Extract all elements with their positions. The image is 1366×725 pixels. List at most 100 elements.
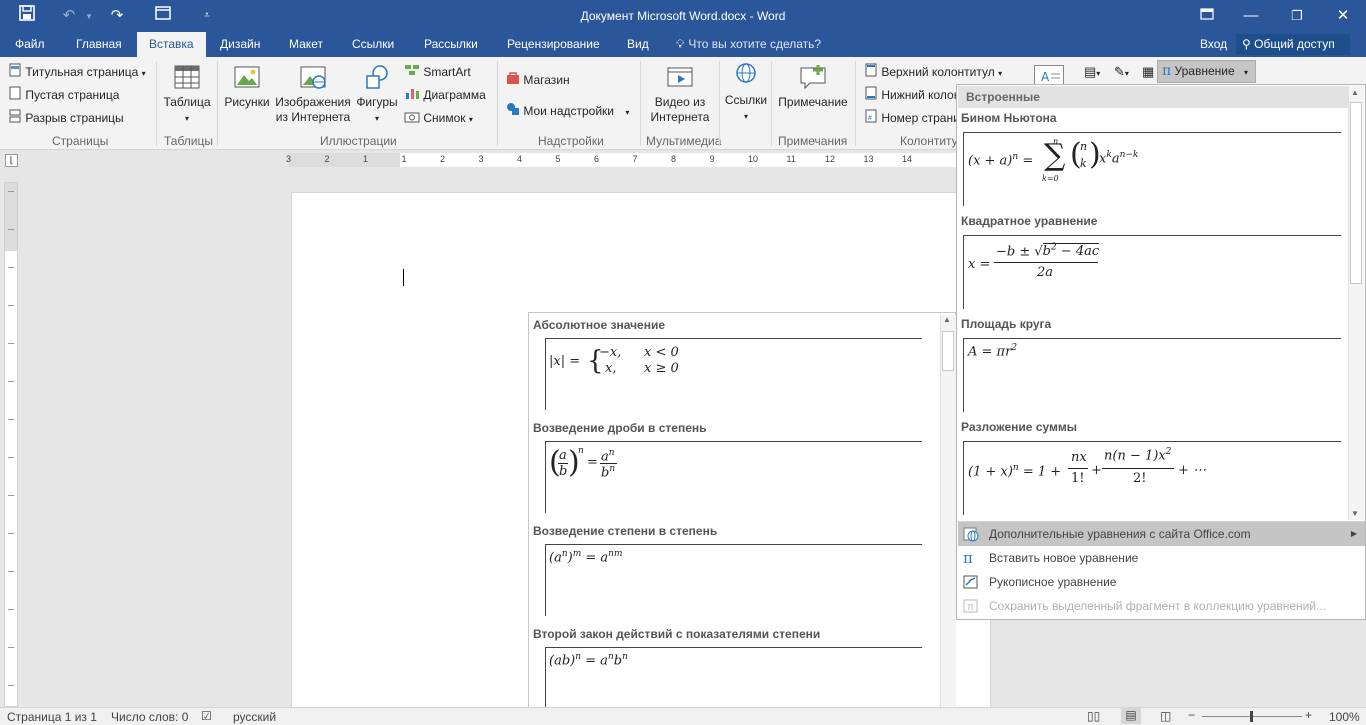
tell-me-search[interactable]: 💡︎ Что вы хотите сделать?: [676, 37, 821, 52]
tab-references[interactable]: Ссылки: [352, 37, 394, 51]
tab-mailings[interactable]: Рассылки: [424, 37, 478, 51]
office-panel-scrollbar[interactable]: ▲ ▼: [940, 315, 956, 724]
scrollbar-thumb[interactable]: [942, 331, 954, 371]
scroll-down-icon[interactable]: ▼: [1351, 509, 1359, 518]
word-count[interactable]: Число слов: 0: [111, 710, 188, 724]
online-video-label-2: Интернета: [650, 110, 710, 124]
group-label-illustrations: Иллюстрации: [320, 134, 397, 148]
equation-dropdown: Встроенные Бином Ньютона (x + a)n = n ∑ …: [956, 84, 1366, 620]
language-indicator[interactable]: русский: [233, 710, 276, 724]
vertical-ruler[interactable]: [4, 182, 18, 724]
pictures-button[interactable]: Рисунки: [222, 63, 272, 110]
web-layout-icon[interactable]: ◫: [1160, 709, 1171, 723]
cover-page-button[interactable]: Титульная страница ▾: [8, 63, 146, 81]
vertical-ruler-number: [8, 609, 14, 610]
equation-fraction-power[interactable]: ( a b ) n = an bn: [545, 441, 922, 513]
tab-layout[interactable]: Макет: [289, 37, 323, 51]
restore-icon[interactable]: ❐: [1286, 5, 1308, 27]
header-icon: [864, 63, 878, 82]
power-of-power-formula: (an)m = anm: [549, 549, 623, 566]
chevron-right-icon: ▶: [1350, 529, 1357, 538]
ruler-number: 11: [786, 154, 796, 164]
pictures-label: Рисунки: [224, 95, 270, 109]
comment-button[interactable]: Примечание: [775, 63, 851, 110]
print-layout-icon[interactable]: ▤: [1121, 708, 1141, 724]
group-divider: [855, 61, 856, 146]
cover-page-label: Титульная страница: [25, 65, 139, 79]
tab-file[interactable]: Файл: [15, 37, 45, 51]
minimize-icon[interactable]: —: [1240, 5, 1262, 27]
zoom-level[interactable]: 100%: [1329, 710, 1360, 724]
online-video-button[interactable]: Видео из Интернета: [646, 63, 714, 125]
table-button[interactable]: Таблица ▾: [161, 63, 213, 126]
equation-button[interactable]: π Уравнение ▾: [1157, 60, 1256, 83]
signature-line-icon[interactable]: ✎▾: [1114, 64, 1129, 80]
ruler-number: 9: [709, 154, 715, 164]
ruler-number: 6: [594, 154, 600, 164]
header-button[interactable]: Верхний колонтитул ▾: [864, 63, 1002, 81]
shapes-button[interactable]: Фигуры ▾: [354, 63, 400, 126]
pi-icon: π: [1162, 63, 1172, 79]
page-number-icon: #: [864, 109, 878, 128]
equation-circle-area[interactable]: A = πr2: [963, 338, 1341, 412]
ribbon-tabs: Файл Главная Вставка Дизайн Макет Ссылки…: [0, 32, 1366, 57]
ribbon-display-icon[interactable]: [1196, 5, 1218, 27]
more-equations-menu-item[interactable]: Дополнительные уравнения с сайта Office.…: [958, 522, 1365, 546]
camera-icon: [404, 109, 420, 128]
page-break-label: Разрыв страницы: [25, 111, 124, 125]
builtin-scrollbar[interactable]: ▲ ▼: [1348, 86, 1364, 520]
read-mode-icon[interactable]: ▯▯: [1087, 709, 1100, 723]
sum-expansion-formula: (1 + x)n = 1 + nx 1! + n(n − 1)x2 2! + ⋯: [968, 447, 1207, 486]
close-icon[interactable]: ✕: [1332, 5, 1354, 27]
tab-selector-icon[interactable]: ⌊: [5, 154, 18, 167]
vertical-ruler-number: [8, 495, 14, 496]
group-divider: [497, 61, 498, 146]
tab-view[interactable]: Вид: [627, 37, 649, 51]
horizontal-ruler[interactable]: 3 2 1 1 2 3 4 5 6 7 8 9 10 11 12 13 14: [286, 153, 958, 167]
group-label-tables: Таблицы: [164, 134, 214, 148]
scrollbar-thumb[interactable]: [1350, 102, 1362, 284]
chevron-down-icon: ▾: [1244, 68, 1249, 77]
date-time-icon[interactable]: ▦: [1142, 64, 1154, 80]
lightbulb-icon: 💡︎: [676, 37, 685, 51]
smartart-button[interactable]: SmartArt: [404, 63, 471, 81]
insert-new-equation-menu-item[interactable]: π Вставить новое уравнение: [958, 546, 1365, 570]
my-addins-button[interactable]: Мои надстройки ▾: [506, 102, 629, 120]
page-count[interactable]: Страница 1 из 1: [7, 710, 97, 724]
blank-page-button[interactable]: Пустая страница: [8, 86, 119, 104]
scroll-up-icon[interactable]: ▲: [1351, 88, 1359, 97]
zoom-slider-thumb[interactable]: [1250, 711, 1253, 722]
sign-in-link[interactable]: Вход: [1200, 37, 1227, 51]
ruler-number: 2: [324, 154, 330, 164]
equation-sum-expansion[interactable]: (1 + x)n = 1 + nx 1! + n(n − 1)x2 2! + ⋯: [963, 441, 1341, 515]
zoom-in-icon[interactable]: +: [1305, 708, 1312, 722]
equation-abs-value[interactable]: |x| = { −x, x, x < 0 x ≥ 0: [545, 338, 922, 410]
equation-power-of-power[interactable]: (an)m = anm: [545, 544, 922, 616]
equation-quadratic[interactable]: x = −b ± √b2 − 4ac 2a: [963, 235, 1341, 309]
screenshot-button[interactable]: Снимок ▾: [404, 109, 473, 127]
footer-icon: [864, 86, 878, 105]
chart-button[interactable]: Диаграмма: [404, 86, 486, 104]
second-law-formula: (ab)n = anbn: [549, 652, 628, 669]
zoom-out-icon[interactable]: −: [1188, 708, 1195, 722]
scroll-up-icon[interactable]: ▲: [943, 315, 951, 324]
builtin-header: Встроенные: [958, 86, 1348, 108]
vertical-ruler-number: [8, 647, 14, 648]
tab-design[interactable]: Дизайн: [220, 37, 260, 51]
quadratic-formula: x = −b ± √b2 − 4ac 2a: [968, 243, 1100, 280]
quick-parts-icon[interactable]: ▤▾: [1084, 64, 1100, 80]
ruler-number: 10: [748, 154, 759, 164]
proofing-icon[interactable]: ☑: [201, 709, 212, 723]
store-button[interactable]: Магазин: [506, 71, 570, 89]
tab-home[interactable]: Главная: [76, 37, 122, 51]
tab-review[interactable]: Рецензирование: [507, 37, 600, 51]
links-button[interactable]: Ссылки ▾: [722, 61, 770, 124]
online-pictures-button[interactable]: Изображения из Интернета: [274, 63, 352, 125]
share-button[interactable]: ⚲ Общий доступ: [1236, 34, 1350, 55]
equation-binomial[interactable]: (x + a)n = n ∑ k=0 ( n k ) xkan−k: [963, 132, 1341, 206]
chart-icon: [404, 86, 420, 105]
tab-insert[interactable]: Вставка: [137, 32, 206, 57]
ink-equation-menu-item[interactable]: Рукописное уравнение: [958, 570, 1365, 594]
eq-title-abs: Абсолютное значение: [533, 318, 666, 332]
page-break-button[interactable]: Разрыв страницы: [8, 109, 124, 127]
